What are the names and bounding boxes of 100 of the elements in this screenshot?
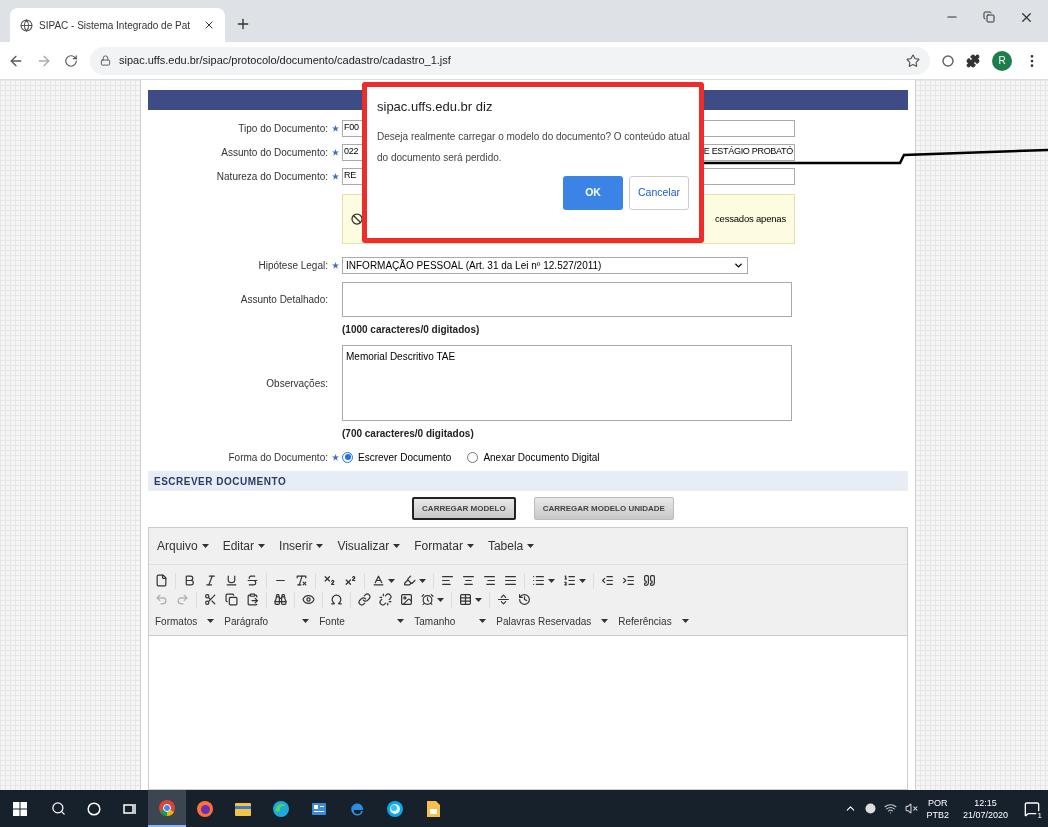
- tray-dot-icon[interactable]: [865, 803, 877, 814]
- wifi-icon[interactable]: [884, 802, 898, 815]
- cortana-icon[interactable]: [87, 801, 101, 816]
- outdent-icon[interactable]: [601, 574, 614, 587]
- document-app-icon[interactable]: [424, 799, 442, 818]
- page-break-icon[interactable]: [497, 593, 510, 606]
- lock-icon: [100, 55, 111, 66]
- edge-icon[interactable]: [272, 799, 290, 818]
- app-icon[interactable]: [386, 799, 404, 818]
- field-label: Assunto do Documento:: [221, 145, 328, 160]
- editor-menu[interactable]: Arquivo: [157, 537, 209, 555]
- clock[interactable]: 12:15 21/07/2020: [962, 796, 1008, 821]
- table-icon[interactable]: [459, 593, 472, 606]
- notice-text: cessados apenas: [715, 211, 786, 226]
- dialog-message: Deseja realmente carregar o modelo do documento? O conteúdo atual do documento será perdido.: [377, 129, 691, 165]
- italic-icon[interactable]: [204, 574, 217, 587]
- quote-icon[interactable]: [643, 574, 656, 587]
- editor-menu[interactable]: Formatar: [414, 537, 474, 555]
- numbered-list-icon[interactable]: [563, 574, 576, 587]
- align-left-icon[interactable]: [441, 574, 454, 587]
- new-tab-icon[interactable]: [235, 16, 251, 32]
- speaker-muted-icon[interactable]: [905, 802, 919, 815]
- bullet-list-icon[interactable]: [532, 574, 545, 587]
- text-color-icon[interactable]: [372, 574, 385, 587]
- new-document-icon[interactable]: [155, 574, 168, 587]
- field-label: Assunto Detalhado:: [240, 293, 328, 307]
- notifications-icon[interactable]: [1024, 800, 1040, 817]
- highlight-icon[interactable]: [403, 574, 416, 587]
- superscript-icon[interactable]: [344, 574, 357, 587]
- field-label: Hipótese Legal:: [258, 258, 328, 273]
- restore-icon[interactable]: [983, 11, 995, 23]
- strikethrough-icon[interactable]: [246, 574, 259, 587]
- caret-icon: [437, 597, 444, 602]
- link-icon[interactable]: [358, 593, 371, 606]
- radio-button[interactable]: [467, 451, 479, 463]
- text-area[interactable]: Memorial Descritivo TAE: [342, 345, 792, 421]
- windows-icon[interactable]: [13, 801, 27, 816]
- task-view-icon[interactable]: [123, 801, 137, 816]
- copy-icon[interactable]: [225, 593, 238, 606]
- editor-dropdown[interactable]: Referências: [618, 613, 689, 629]
- radio-button[interactable]: [342, 451, 353, 463]
- editor-menu[interactable]: Tabela: [487, 537, 535, 555]
- dialog-button[interactable]: Cancelar: [629, 175, 689, 210]
- editor-dropdown[interactable]: Tamanho: [414, 613, 487, 629]
- globe-icon: [20, 18, 33, 32]
- align-right-icon[interactable]: [483, 574, 496, 587]
- language-indicator[interactable]: POR PTB2: [926, 796, 949, 821]
- reload-icon[interactable]: [64, 53, 78, 68]
- section-title: ESCREVER DOCUMENTO: [154, 474, 287, 489]
- clear-format-icon[interactable]: [295, 574, 308, 587]
- template-button[interactable]: CARREGAR MODELO: [412, 497, 516, 520]
- unlink-icon[interactable]: [379, 593, 392, 606]
- field-value: E ESTÁGIO PROBATÓ: [703, 145, 793, 159]
- field-label: Natureza do Documento:: [216, 169, 328, 184]
- cut-icon[interactable]: [204, 593, 217, 606]
- bold-icon[interactable]: [183, 574, 196, 587]
- omega-icon[interactable]: [330, 593, 343, 606]
- justify-icon[interactable]: [504, 574, 517, 587]
- firefox-icon[interactable]: [196, 799, 214, 818]
- editor-menu[interactable]: Inserir: [279, 537, 324, 555]
- editor-menu[interactable]: Visualizar: [337, 537, 401, 555]
- caret-icon: [397, 619, 405, 623]
- close-icon[interactable]: [203, 19, 215, 31]
- history-icon[interactable]: [518, 593, 531, 606]
- editor-menu[interactable]: Editar: [222, 537, 266, 555]
- url-text: sipac.uffs.edu.br/sipac/protocolo/documento/cadastro/cadastro_1.jsf: [119, 53, 451, 69]
- character-counter: (1000 caracteres/0 digitados): [342, 322, 480, 337]
- puzzle-icon[interactable]: [966, 53, 980, 68]
- editor-dropdown[interactable]: Parágrafo: [224, 613, 310, 629]
- binoculars-icon[interactable]: [274, 593, 287, 606]
- extension-icon[interactable]: [942, 54, 954, 67]
- editor-dropdown[interactable]: Fonte: [319, 613, 405, 629]
- character-counter: (700 caracteres/0 digitados): [342, 426, 474, 441]
- profile-avatar[interactable]: R: [992, 50, 1012, 71]
- editor-dropdown[interactable]: Palavras Reservadas: [496, 613, 609, 629]
- subscript-icon[interactable]: [323, 574, 336, 587]
- editor-dropdown[interactable]: Formatos: [155, 613, 215, 629]
- search-icon[interactable]: [50, 801, 66, 816]
- clock-icon[interactable]: [421, 593, 434, 606]
- chrome-icon[interactable]: [158, 798, 176, 817]
- indent-icon[interactable]: [622, 574, 635, 587]
- align-center-icon[interactable]: [462, 574, 475, 587]
- dialog-button[interactable]: OK: [563, 175, 623, 210]
- caret-icon: [388, 578, 395, 583]
- radio-label: Escrever Documento: [358, 450, 452, 465]
- address-bar[interactable]: sipac.uffs.edu.br/sipac/protocolo/documento/cadastro/cadastro_1.jsf: [90, 46, 930, 75]
- caret-icon: [393, 544, 401, 548]
- eye-icon[interactable]: [302, 593, 315, 606]
- select-field[interactable]: INFORMAÇÃO PESSOAL (Art. 31 da Lei nº 12.527/2011): [342, 256, 748, 274]
- field-label: Observações:: [266, 376, 328, 391]
- browser-tab[interactable]: SIPAC - Sistema Integrado de Pat: [10, 8, 225, 42]
- star-icon[interactable]: [906, 53, 920, 68]
- notification-count: 1: [1035, 810, 1044, 821]
- caret-icon: [579, 578, 586, 583]
- template-button[interactable]: CARREGAR MODELO UNIDADE: [533, 497, 674, 520]
- caret-icon: [548, 578, 555, 583]
- image-icon[interactable]: [400, 593, 413, 606]
- paste-icon[interactable]: [246, 593, 259, 606]
- underline-icon[interactable]: [225, 574, 238, 587]
- caret-icon: [201, 544, 209, 548]
